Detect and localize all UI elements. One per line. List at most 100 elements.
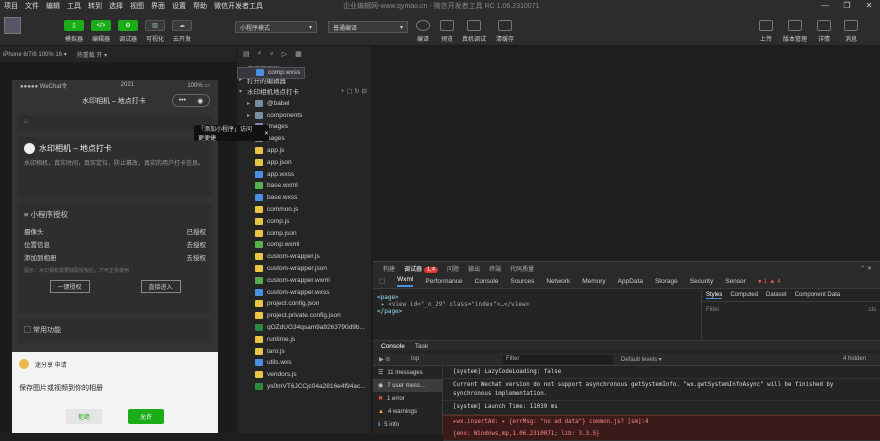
- tab-performance[interactable]: Performance: [425, 278, 462, 285]
- compile-select[interactable]: 普通编译 ▾: [328, 21, 408, 33]
- tab-terminal[interactable]: 终端: [489, 264, 501, 273]
- file-tree-item[interactable]: custom-wrapper.js: [237, 251, 371, 263]
- auth-row[interactable]: 添加到相册 去授权: [24, 252, 206, 262]
- file-tree-item[interactable]: ▸ @babel: [237, 97, 371, 109]
- file-tree-item[interactable]: custom-wrapper.wxml: [237, 274, 371, 286]
- file-tree-item[interactable]: qOZdUG34qsam9a9263790d9b...: [237, 322, 371, 334]
- enter-button[interactable]: 直接进入: [140, 280, 181, 293]
- more-icon[interactable]: •••: [179, 97, 186, 104]
- file-tree-item[interactable]: base.wxss: [237, 192, 371, 204]
- hotreload-toggle[interactable]: 热重载 开 ▾: [77, 50, 107, 59]
- maximize-icon[interactable]: ❐: [836, 0, 858, 11]
- tab-security[interactable]: Security: [690, 278, 713, 285]
- editor-button[interactable]: </> 编辑器: [87, 20, 115, 43]
- tab-sources[interactable]: Sources: [510, 278, 534, 285]
- file-tree-item[interactable]: app.js: [237, 145, 371, 157]
- mode-select[interactable]: 小程序模式 ▾: [235, 21, 317, 33]
- tab-wxml[interactable]: Wxml: [397, 276, 414, 287]
- tab-memory[interactable]: Memory: [582, 278, 605, 285]
- project-root[interactable]: ▾ 水印相机地点打卡 + ▢ ↻ ⊟: [237, 86, 371, 98]
- menu-item[interactable]: 文件: [25, 1, 39, 11]
- tab-sensor[interactable]: Sensor: [725, 278, 746, 285]
- close-icon[interactable]: ✕: [858, 0, 880, 11]
- debugger-button[interactable]: ⚙ 调试器: [114, 20, 142, 43]
- close-icon[interactable]: ✕: [264, 130, 269, 137]
- menu-item[interactable]: 编辑: [46, 1, 60, 11]
- messages-button[interactable]: 消息: [836, 20, 866, 43]
- log-levels-select[interactable]: Default levels ▾: [621, 356, 662, 363]
- file-tree-item[interactable]: project.private.config.json: [237, 310, 371, 322]
- home-icon[interactable]: ◉: [197, 97, 203, 105]
- context-select[interactable]: top: [403, 356, 503, 362]
- sidebar-item-info[interactable]: ℹ5 info: [373, 418, 442, 431]
- menu-item[interactable]: 项目: [4, 1, 18, 11]
- wxml-node[interactable]: ▸ <view id="_n_29" class="index">…</view…: [377, 301, 697, 308]
- tab-computed[interactable]: Computed: [730, 292, 758, 299]
- clear-cache-button[interactable]: 清缓存: [490, 20, 520, 43]
- cloud-button[interactable]: ☁ 云开发: [168, 20, 196, 43]
- menu-capsule[interactable]: ••• ◉: [172, 94, 210, 107]
- menu-item[interactable]: 设置: [172, 1, 186, 11]
- sidebar-item-warnings[interactable]: ▲ 4 warnings: [373, 405, 442, 418]
- file-tree-item[interactable]: comp.js: [237, 215, 371, 227]
- tab-debugger[interactable]: 调试器 1,4: [404, 264, 439, 273]
- remote-debug-button[interactable]: 真机调试: [459, 20, 489, 43]
- auth-row[interactable]: 摄像头 已授权: [24, 226, 206, 236]
- file-tree-item[interactable]: comp.wxss: [237, 67, 306, 79]
- preview-button[interactable]: 预览: [432, 20, 462, 43]
- menu-item[interactable]: 选择: [109, 1, 123, 11]
- log-error[interactable]: ▸wx.insertAd: ▸ {errMsg: "no ad data"} c…: [443, 414, 880, 428]
- extensions-icon[interactable]: ▦: [295, 50, 302, 58]
- file-tree-item[interactable]: taro.js: [237, 345, 371, 357]
- tab-build[interactable]: 构建: [383, 264, 395, 273]
- version-button[interactable]: 版本管理: [780, 20, 810, 43]
- tab-dataset[interactable]: Dataset: [766, 292, 787, 299]
- tab-appdata[interactable]: AppData: [618, 278, 643, 285]
- clear-console-icon[interactable]: ▶ ⊘: [373, 356, 403, 363]
- file-tree-item[interactable]: utils.wxs: [237, 357, 371, 369]
- sidebar-item-errors[interactable]: ✖ 1 error: [373, 392, 442, 405]
- tab-code-quality[interactable]: 代码质量: [510, 264, 534, 273]
- file-tree-item[interactable]: ys0mVT6JCCjc04a2816e4f94ac...: [237, 381, 371, 393]
- source-control-icon[interactable]: ⑂: [270, 51, 274, 58]
- upload-button[interactable]: 上传: [751, 20, 781, 43]
- auth-row[interactable]: 位置信息 去授权: [24, 239, 206, 249]
- allow-button[interactable]: 允许: [128, 409, 164, 424]
- explorer-actions[interactable]: + ▢ ↻ ⊟: [341, 87, 371, 95]
- file-tree-item[interactable]: common.js: [237, 204, 371, 216]
- wxml-node[interactable]: <page>: [377, 294, 697, 301]
- file-tree-item[interactable]: vendors.js: [237, 369, 371, 381]
- sidebar-item-messages[interactable]: ☰ 11 messages: [373, 366, 442, 379]
- file-tree-item[interactable]: project.config.json: [237, 298, 371, 310]
- inspect-icon[interactable]: ⬚: [379, 277, 385, 285]
- menu-item[interactable]: 微信开发者工具: [214, 1, 263, 11]
- tab-problems[interactable]: 问题: [447, 264, 459, 273]
- panel-controls[interactable]: ⌃ ✕: [860, 265, 880, 272]
- console-filter-input[interactable]: Filter: [503, 354, 613, 364]
- files-icon[interactable]: ▤: [243, 50, 250, 58]
- tab-network[interactable]: Network: [546, 278, 570, 285]
- file-tree-item[interactable]: custom-wrapper.json: [237, 263, 371, 275]
- tab-storage[interactable]: Storage: [655, 278, 678, 285]
- reject-button[interactable]: 拒绝: [66, 409, 102, 424]
- menu-item[interactable]: 界面: [151, 1, 165, 11]
- sidebar-item-user-messages[interactable]: ◉ 7 user mess...: [373, 379, 442, 392]
- visual-button[interactable]: ▥ 可视化: [141, 20, 169, 43]
- tab-task[interactable]: Task: [415, 343, 428, 350]
- cls-toggle[interactable]: .cls: [867, 307, 876, 313]
- styles-filter-input[interactable]: Filter: [706, 307, 719, 313]
- device-select[interactable]: iPhone 6/7/8 100% 16 ▾: [3, 51, 67, 58]
- tab-component-data[interactable]: Component Data: [795, 292, 840, 299]
- tab-styles[interactable]: Styles: [706, 292, 723, 299]
- wxml-node[interactable]: </page>: [377, 308, 697, 315]
- file-tree-item[interactable]: app.wxss: [237, 168, 371, 180]
- search-icon[interactable]: ⌕: [258, 50, 262, 58]
- file-tree-item[interactable]: custom-wrapper.wxss: [237, 286, 371, 298]
- tab-output[interactable]: 输出: [468, 264, 480, 273]
- issue-counts[interactable]: ● 1 ▲ 4: [758, 278, 781, 285]
- tab-console[interactable]: Console: [475, 278, 499, 285]
- avatar[interactable]: [4, 17, 21, 34]
- file-tree-item[interactable]: app.json: [237, 156, 371, 168]
- tab-console-drawer[interactable]: Console: [381, 343, 405, 350]
- minimize-icon[interactable]: —: [814, 0, 836, 11]
